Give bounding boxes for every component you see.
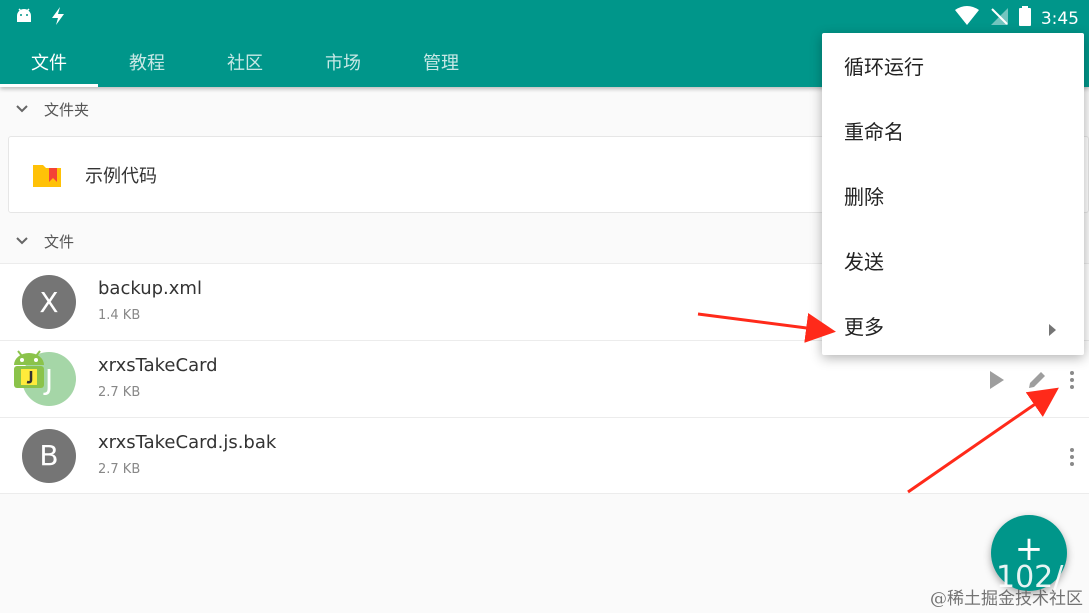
watermark: @稀土掘金技术社区: [930, 589, 1083, 609]
status-bar: 3:45: [0, 0, 1089, 34]
folder-icon: [9, 162, 85, 188]
menu-item-label: 更多: [844, 315, 884, 339]
tab-tutorials[interactable]: 教程: [98, 36, 196, 87]
file-size: 1.4 KB: [98, 308, 141, 323]
tab-bar: 文件 教程 社区 市场 管理: [0, 36, 490, 87]
file-name: xrxsTakeCard: [98, 355, 218, 376]
app-screen: 3:45 文件 教程 社区 市场 管理 文件夹 示例代码 文件 X backup…: [0, 0, 1089, 613]
menu-item-more[interactable]: 更多: [822, 293, 1084, 358]
menu-item-delete[interactable]: 删除: [822, 163, 1084, 228]
android-icon: [14, 6, 34, 30]
file-size: 2.7 KB: [98, 462, 141, 477]
tab-community[interactable]: 社区: [196, 36, 294, 87]
folder-name: 示例代码: [85, 165, 157, 187]
tab-market[interactable]: 市场: [294, 36, 392, 87]
status-time: 3:45: [1040, 8, 1079, 29]
edit-pencil-icon[interactable]: [1027, 370, 1047, 390]
chevron-down-icon: [0, 104, 44, 114]
android-js-icon: [10, 349, 48, 395]
file-row[interactable]: B xrxsTakeCard.js.bak 2.7 KB: [0, 417, 1089, 494]
menu-item-label: 循环运行: [844, 55, 924, 79]
file-name: backup.xml: [98, 278, 202, 299]
tab-manage[interactable]: 管理: [392, 36, 490, 87]
flash-icon: [50, 6, 66, 30]
file-size: 2.7 KB: [98, 385, 141, 400]
more-vert-icon[interactable]: [1069, 447, 1075, 467]
tab-files[interactable]: 文件: [0, 36, 98, 87]
context-menu: 循环运行 重命名 删除 发送 更多: [822, 33, 1084, 355]
menu-item-rename[interactable]: 重命名: [822, 98, 1084, 163]
run-icon[interactable]: [989, 370, 1005, 390]
menu-item-send[interactable]: 发送: [822, 228, 1084, 293]
menu-item-label: 发送: [844, 250, 884, 274]
file-avatar: B: [22, 428, 76, 483]
more-vert-icon[interactable]: [1069, 370, 1075, 390]
files-section-label: 文件: [44, 232, 75, 251]
file-avatar: X: [22, 275, 76, 329]
folders-section-label: 文件夹: [44, 100, 90, 119]
signal-off-icon: [989, 6, 1009, 31]
menu-item-label: 删除: [844, 185, 884, 209]
wifi-icon: [954, 6, 979, 31]
menu-item-label: 重命名: [844, 120, 904, 144]
submenu-arrow-icon: [1048, 317, 1056, 341]
battery-icon: [1018, 6, 1031, 31]
menu-item-loop-run[interactable]: 循环运行: [822, 33, 1084, 98]
chevron-down-icon: [0, 236, 44, 246]
file-name: xrxsTakeCard.js.bak: [98, 432, 277, 453]
